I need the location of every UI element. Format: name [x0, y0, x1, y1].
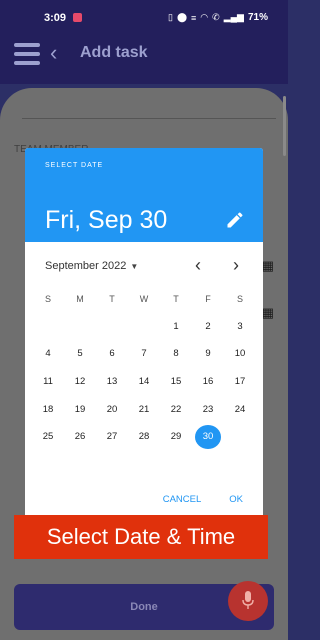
calendar-day[interactable]: 6: [96, 342, 128, 366]
select-date-label: SELECT DATE: [45, 162, 104, 169]
calendar-day[interactable]: 2: [192, 315, 224, 339]
date-picker-dialog: SELECT DATE Fri, Sep 30 September 2022 ▼ …: [25, 148, 263, 520]
calendar-day[interactable]: 15: [160, 370, 192, 394]
battery-level: 71%: [247, 12, 268, 23]
dialog-actions: CANCEL OK: [163, 494, 243, 505]
calendar-day[interactable]: 4: [32, 342, 64, 366]
page-title: Add task: [80, 44, 148, 61]
calendar-day[interactable]: 9: [192, 342, 224, 366]
calendar-day[interactable]: 21: [128, 398, 160, 422]
calendar-day[interactable]: 25: [32, 425, 64, 449]
app-bar: ‹ Add task: [0, 34, 288, 84]
weekday-label: M: [76, 294, 84, 304]
calendar-day[interactable]: 8: [160, 342, 192, 366]
voice-input-button[interactable]: [228, 581, 268, 621]
previous-month-icon[interactable]: ‹: [195, 255, 201, 276]
calendar-day[interactable]: 27: [96, 425, 128, 449]
calendar-day[interactable]: 11: [32, 370, 64, 394]
calendar-day[interactable]: 19: [64, 398, 96, 422]
dropdown-caret-icon: ▼: [130, 262, 139, 271]
start-date-calendar-icon[interactable]: ▦: [262, 258, 274, 274]
calendar-day[interactable]: 30: [195, 425, 221, 450]
calendar-day[interactable]: 26: [64, 425, 96, 449]
calendar-day[interactable]: 12: [64, 370, 96, 394]
form-divider: [22, 118, 276, 119]
calendar-day[interactable]: 17: [224, 370, 256, 394]
weekday-label: W: [139, 294, 149, 304]
calendar-week-row: 18 19 20 21 22 23 24: [32, 396, 256, 424]
calendar-grid: 1 2 3 4 5 6 7 8 9 10 11 12 13 14 15 16 17 18 19 20 21 22 23 24 2…: [32, 313, 256, 451]
recording-icon: [73, 13, 82, 22]
caption-banner: Select Date & Time: [14, 515, 268, 559]
calendar-week-row: 123: [32, 313, 256, 341]
calendar-day[interactable]: 23: [192, 398, 224, 422]
weekday-label: T: [109, 294, 115, 304]
calendar-day[interactable]: 7: [128, 342, 160, 366]
month-label: September 2022: [45, 260, 127, 272]
microphone-icon: [242, 591, 254, 609]
location-icon: ⬤: [176, 12, 188, 22]
signal-icon: ▂▄▆: [223, 12, 244, 22]
calendar-week-row: 4 5 6 7 8 9 10: [32, 341, 256, 369]
weekday-label: F: [205, 294, 211, 304]
scrollbar[interactable]: [283, 96, 286, 156]
next-month-icon[interactable]: ›: [233, 255, 239, 276]
ok-button[interactable]: OK: [229, 494, 243, 505]
date-picker-header: SELECT DATE Fri, Sep 30: [25, 148, 263, 242]
month-selector[interactable]: September 2022 ▼: [45, 260, 138, 272]
end-date-calendar-icon[interactable]: ▦: [262, 305, 274, 321]
status-icons: ▯ ⬤ ≡ ◠ ✆ ▂▄▆: [168, 12, 244, 23]
calendar-week-row: 25 26 27 28 29 30: [32, 423, 256, 451]
edit-icon[interactable]: [225, 210, 245, 230]
calendar-day[interactable]: 10: [224, 342, 256, 366]
calendar-day[interactable]: 20: [96, 398, 128, 422]
calendar-day[interactable]: 29: [160, 425, 192, 449]
calendar-day[interactable]: 24: [224, 398, 256, 422]
calendar-day[interactable]: 3: [224, 315, 256, 339]
calendar-day[interactable]: 22: [160, 398, 192, 422]
calendar-day[interactable]: 16: [192, 370, 224, 394]
calendar-day[interactable]: 13: [96, 370, 128, 394]
wifi-icon: ◠: [200, 12, 209, 22]
cancel-button[interactable]: CANCEL: [163, 494, 202, 505]
back-icon[interactable]: ‹: [50, 40, 57, 66]
vibrate-icon: ▯: [168, 12, 173, 22]
calendar-day[interactable]: 5: [64, 342, 96, 366]
status-bar: 3:09 ▯ ⬤ ≡ ◠ ✆ ▂▄▆ 71%: [0, 0, 288, 34]
calendar-day[interactable]: 18: [32, 398, 64, 422]
data-speed-icon: ≡: [191, 12, 197, 23]
calendar-day[interactable]: 28: [128, 425, 160, 449]
calendar-week-row: 11 12 13 14 15 16 17: [32, 368, 256, 396]
weekday-header: S M T W T F S: [32, 294, 256, 304]
status-time: 3:09: [44, 12, 67, 24]
weekday-label: T: [173, 294, 179, 304]
menu-icon[interactable]: [14, 43, 40, 65]
weekday-label: S: [44, 294, 51, 304]
selected-date-display: Fri, Sep 30: [45, 206, 168, 234]
calendar-day[interactable]: 1: [160, 315, 192, 339]
weekday-label: S: [236, 294, 243, 304]
calendar-day[interactable]: 14: [128, 370, 160, 394]
wifi-call-icon: ✆: [212, 12, 220, 22]
